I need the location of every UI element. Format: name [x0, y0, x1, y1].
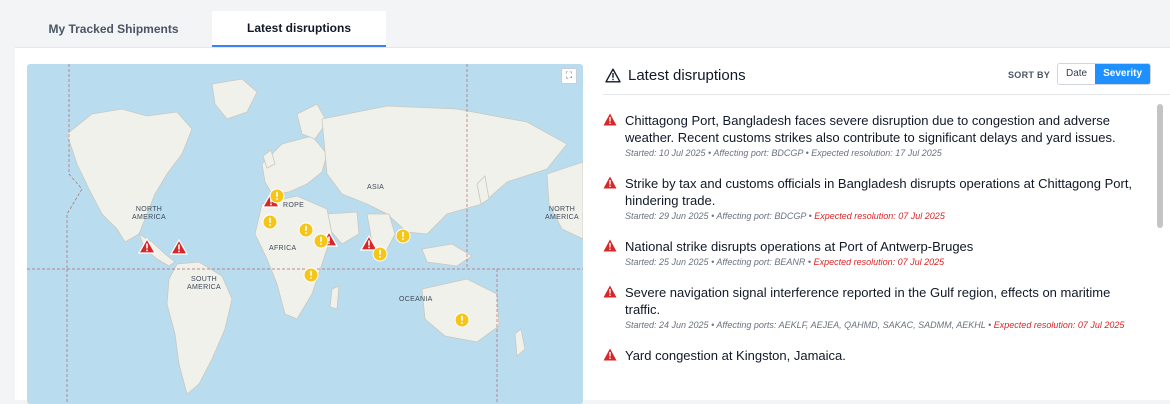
warning-marker-icon[interactable] — [269, 188, 285, 204]
map-label-north-america-left: NORTH AMERICA — [132, 206, 166, 221]
warning-marker-icon[interactable] — [395, 228, 411, 244]
list-item[interactable]: Chittagong Port, Bangladesh faces severe… — [603, 112, 1148, 159]
content-area: ⛶ ASIA ROPE NORTH AMERICA NORTH AMERICA … — [15, 48, 1170, 404]
list-scrollbar[interactable] — [1157, 104, 1163, 228]
sort-by-label: SORT BY — [1008, 70, 1051, 80]
disruption-title: Strike by tax and customs officials in B… — [625, 176, 1133, 208]
warning-marker-icon[interactable] — [262, 214, 278, 230]
disruptions-panel: Latest disruptions SORT BY Date Severity… — [603, 48, 1170, 400]
disruption-title: Yard congestion at Kingston, Jamaica. — [625, 348, 846, 363]
tab-my-tracked-shipments[interactable]: My Tracked Shipments — [15, 11, 212, 47]
disruption-meta: Started: 24 Jun 2025 • Affecting ports: … — [625, 320, 1148, 331]
disruption-meta: Started: 25 Jun 2025 • Affecting port: B… — [625, 257, 1148, 268]
warning-marker-icon[interactable] — [454, 312, 470, 328]
map-label-asia: ASIA — [367, 184, 385, 191]
list-item[interactable]: National strike disrupts operations at P… — [603, 238, 1148, 268]
warning-marker-icon[interactable] — [372, 246, 388, 262]
disruption-meta-alert: Expected resolution: 07 Jul 2025 — [813, 257, 945, 267]
disruption-meta: Started: 29 Jun 2025 • Affecting port: B… — [625, 211, 1148, 222]
disruption-meta-text: Started: 25 Jun 2025 • Affecting port: B… — [625, 257, 814, 267]
disruption-meta-alert: Expected resolution: 07 Jul 2025 — [993, 320, 1125, 330]
disruption-meta-alert: Expected resolution: 07 Jul 2025 — [814, 211, 945, 221]
map-label-north-america-right: NORTH AMERICA — [545, 206, 579, 221]
map-label-europe: ROPE — [283, 202, 305, 209]
map-label-oceania: OCEANIA — [399, 296, 433, 303]
disruption-map[interactable]: ⛶ ASIA ROPE NORTH AMERICA NORTH AMERICA … — [27, 64, 583, 404]
disruption-title: Chittagong Port, Bangladesh faces severe… — [625, 113, 1116, 145]
disruption-title: National strike disrupts operations at P… — [625, 239, 974, 254]
tab-latest-disruptions[interactable]: Latest disruptions — [212, 11, 386, 47]
warning-triangle-outline-icon — [605, 68, 621, 83]
disruption-list[interactable]: Chittagong Port, Bangladesh faces severe… — [603, 112, 1148, 380]
panel-divider — [603, 94, 1170, 95]
disruption-title: Severe navigation signal interference re… — [625, 285, 1111, 317]
sort-date-button[interactable]: Date — [1058, 64, 1096, 84]
tab-bar: My Tracked Shipments Latest disruptions — [15, 11, 386, 47]
list-item[interactable]: Strike by tax and customs officials in B… — [603, 175, 1148, 222]
map-label-africa: AFRICA — [269, 245, 297, 252]
disruption-meta: Started: 10 Jul 2025 • Affecting port: B… — [625, 148, 1148, 159]
severe-warning-icon — [603, 239, 617, 252]
severe-warning-icon — [603, 348, 617, 361]
severe-warning-icon — [603, 176, 617, 189]
severe-warning-icon — [603, 113, 617, 126]
list-item[interactable]: Severe navigation signal interference re… — [603, 284, 1148, 331]
panel-title-text: Latest disruptions — [628, 67, 746, 84]
panel-title: Latest disruptions — [605, 67, 746, 84]
map-label-south-america: SOUTH AMERICA — [187, 276, 221, 291]
sort-severity-button[interactable]: Severity — [1095, 64, 1151, 84]
disruption-meta-text: Started: 24 Jun 2025 • Affecting ports: … — [625, 320, 994, 330]
severe-marker-icon[interactable] — [138, 238, 156, 254]
warning-marker-icon[interactable] — [313, 233, 329, 249]
disruption-meta-text: Started: 29 Jun 2025 • Affecting port: B… — [625, 211, 815, 221]
disruption-meta-text: Started: 10 Jul 2025 • Affecting port: B… — [625, 148, 942, 158]
fullscreen-button[interactable]: ⛶ — [561, 68, 577, 84]
list-item[interactable]: Yard congestion at Kingston, Jamaica. — [603, 347, 1148, 364]
warning-marker-icon[interactable] — [298, 222, 314, 238]
sort-toggle-group: Date Severity — [1057, 63, 1152, 85]
severe-marker-icon[interactable] — [170, 239, 188, 255]
severe-warning-icon — [603, 285, 617, 298]
warning-marker-icon[interactable] — [303, 267, 319, 283]
